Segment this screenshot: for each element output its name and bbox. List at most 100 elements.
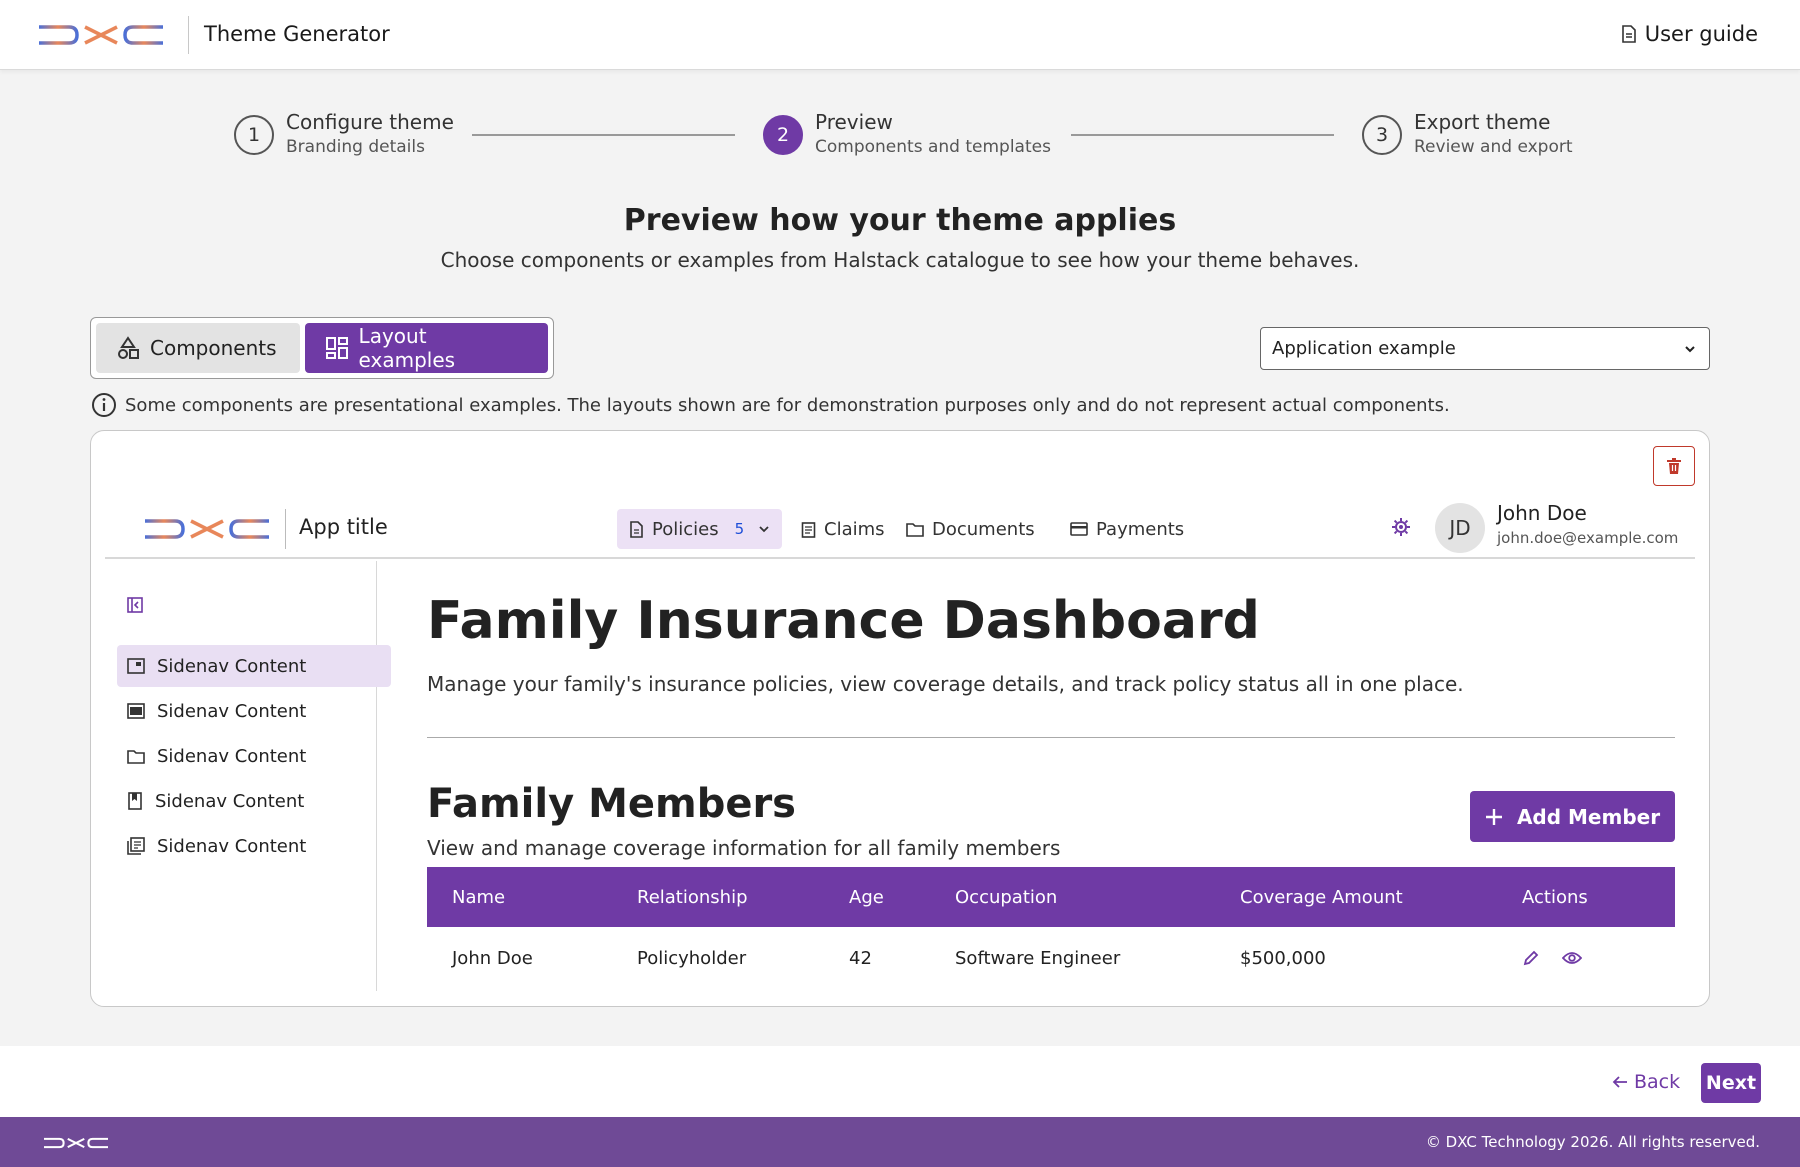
- example-select[interactable]: Application example: [1260, 327, 1710, 370]
- dxc-logo[interactable]: [44, 1136, 108, 1150]
- dxc-logo[interactable]: [39, 23, 163, 47]
- sidenav-item-label: Sidenav Content: [157, 700, 307, 722]
- sidenav-item-label: Sidenav Content: [157, 655, 307, 677]
- next-button[interactable]: Next: [1701, 1063, 1761, 1103]
- step-number: 2: [763, 115, 803, 155]
- step-configure-theme[interactable]: 1 Configure theme Branding details: [234, 108, 454, 158]
- column-header-actions: Actions: [1497, 867, 1675, 927]
- column-header-coverage[interactable]: Coverage Amount: [1215, 867, 1497, 927]
- preview-frame: App title Policies 5 Claims Documents Pa…: [90, 430, 1710, 1007]
- info-icon: [91, 392, 117, 418]
- step-export-theme[interactable]: 3 Export theme Review and export: [1362, 108, 1573, 158]
- sidenav-item-label: Sidenav Content: [155, 790, 305, 812]
- nav-documents[interactable]: Documents: [906, 509, 1035, 549]
- sidenav-item-5[interactable]: Sidenav Content: [117, 825, 391, 867]
- sidenav-item-2[interactable]: Sidenav Content: [117, 690, 391, 732]
- step-number: 3: [1362, 115, 1402, 155]
- header-divider: [188, 16, 189, 54]
- components-label: Components: [150, 336, 277, 360]
- folder-icon: [906, 522, 924, 537]
- settings-icon[interactable]: [1391, 517, 1411, 537]
- nav-payments[interactable]: Payments: [1070, 509, 1184, 549]
- add-member-label: Add Member: [1516, 804, 1661, 829]
- copyright-text: © DXC Technology 2026. All rights reserv…: [1425, 1133, 1760, 1151]
- column-header-occupation[interactable]: Occupation: [930, 867, 1215, 927]
- preview-app-title: App title: [299, 515, 388, 539]
- step-label: Export theme: [1414, 110, 1551, 134]
- user-guide-label: User guide: [1644, 22, 1758, 46]
- step-label: Preview: [815, 110, 893, 134]
- cell-coverage: $500,000: [1240, 947, 1326, 969]
- column-header-relationship[interactable]: Relationship: [612, 867, 824, 927]
- members-title: Family Members: [427, 781, 796, 827]
- layout-examples-label: Layout examples: [358, 324, 456, 372]
- edit-icon[interactable]: [1522, 949, 1540, 967]
- credit-card-icon: [1070, 522, 1088, 536]
- info-note-text: Some components are presentational examp…: [125, 394, 1450, 416]
- dxc-logo[interactable]: [145, 517, 269, 541]
- step-sublabel: Branding details: [286, 137, 425, 157]
- info-note: Some components are presentational examp…: [91, 392, 1450, 418]
- collapse-sidebar-icon[interactable]: [127, 597, 143, 613]
- add-member-button[interactable]: Add Member: [1470, 791, 1675, 842]
- components-toggle-button[interactable]: Components: [96, 323, 300, 373]
- dashboard-subtitle: Manage your family's insurance policies,…: [427, 672, 1464, 696]
- members-subtitle: View and manage coverage information for…: [427, 836, 1061, 860]
- chevron-down-icon: [1683, 344, 1697, 354]
- header-divider: [285, 509, 286, 549]
- step-preview[interactable]: 2 Preview Components and templates: [763, 108, 1051, 158]
- nav-policies[interactable]: Policies 5: [617, 509, 783, 549]
- step-label: Configure theme: [286, 110, 454, 134]
- dashboard-icon: [325, 336, 349, 360]
- section-divider: [427, 737, 1675, 738]
- plus-icon: [1485, 808, 1503, 826]
- column-header-age[interactable]: Age: [824, 867, 930, 927]
- trash-icon: [1667, 458, 1681, 474]
- cell-occupation: Software Engineer: [955, 947, 1121, 969]
- step-connector: [1071, 134, 1334, 136]
- document-icon: [1621, 25, 1637, 43]
- avatar[interactable]: JD: [1435, 503, 1485, 553]
- dashboard-title: Family Insurance Dashboard: [427, 591, 1260, 651]
- table-header-row: Name Relationship Age Occupation Coverag…: [427, 867, 1675, 927]
- page-subtitle: Choose components or examples from Halst…: [440, 248, 1360, 272]
- sidenav: Sidenav Content Sidenav Content Sidenav …: [105, 561, 391, 991]
- step-connector: [472, 134, 735, 136]
- back-label: Back: [1634, 1071, 1681, 1093]
- page-title: Preview how your theme applies: [623, 203, 1177, 238]
- nav-documents-label: Documents: [932, 518, 1035, 540]
- user-name: John Doe: [1497, 501, 1587, 525]
- sidenav-item-1[interactable]: Sidenav Content: [117, 645, 391, 687]
- column-header-name[interactable]: Name: [427, 867, 612, 927]
- arrow-left-icon: [1612, 1075, 1628, 1089]
- panel-icon: [127, 703, 145, 719]
- nav-claims[interactable]: Claims: [801, 509, 885, 549]
- view-icon[interactable]: [1562, 951, 1582, 965]
- table-row: John Doe Policyholder 42 Software Engine…: [427, 927, 1675, 989]
- sidenav-item-label: Sidenav Content: [157, 835, 307, 857]
- cell-relationship: Policyholder: [637, 947, 747, 969]
- top-header: Theme Generator User guide: [0, 0, 1800, 70]
- sidenav-item-3[interactable]: Sidenav Content: [117, 735, 391, 777]
- app-title: Theme Generator: [204, 22, 390, 46]
- step-sublabel: Review and export: [1414, 137, 1573, 157]
- window-icon: [127, 658, 145, 674]
- cell-actions: [1497, 927, 1675, 989]
- policies-count-badge: 5: [734, 520, 745, 538]
- layout-examples-toggle-button[interactable]: Layout examples: [304, 323, 548, 373]
- nav-payments-label: Payments: [1096, 518, 1185, 540]
- nav-policies-label: Policies: [652, 518, 719, 540]
- sidenav-item-4[interactable]: Sidenav Content: [117, 780, 391, 822]
- user-email: john.doe@example.com: [1497, 529, 1679, 547]
- preview-app-header: App title Policies 5 Claims Documents Pa…: [105, 501, 1695, 559]
- step-sublabel: Components and templates: [815, 137, 1051, 157]
- step-number: 1: [234, 115, 274, 155]
- user-guide-link[interactable]: User guide: [1621, 22, 1758, 46]
- view-toggle: Components Layout examples: [90, 317, 554, 379]
- stepper: 1 Configure theme Branding details 2 Pre…: [0, 108, 1800, 168]
- nav-claims-label: Claims: [824, 518, 885, 540]
- delete-button[interactable]: [1653, 446, 1695, 486]
- chevron-down-icon: [758, 525, 770, 533]
- wizard-navigation: Back Next: [0, 1046, 1800, 1117]
- back-button[interactable]: Back: [1612, 1071, 1680, 1093]
